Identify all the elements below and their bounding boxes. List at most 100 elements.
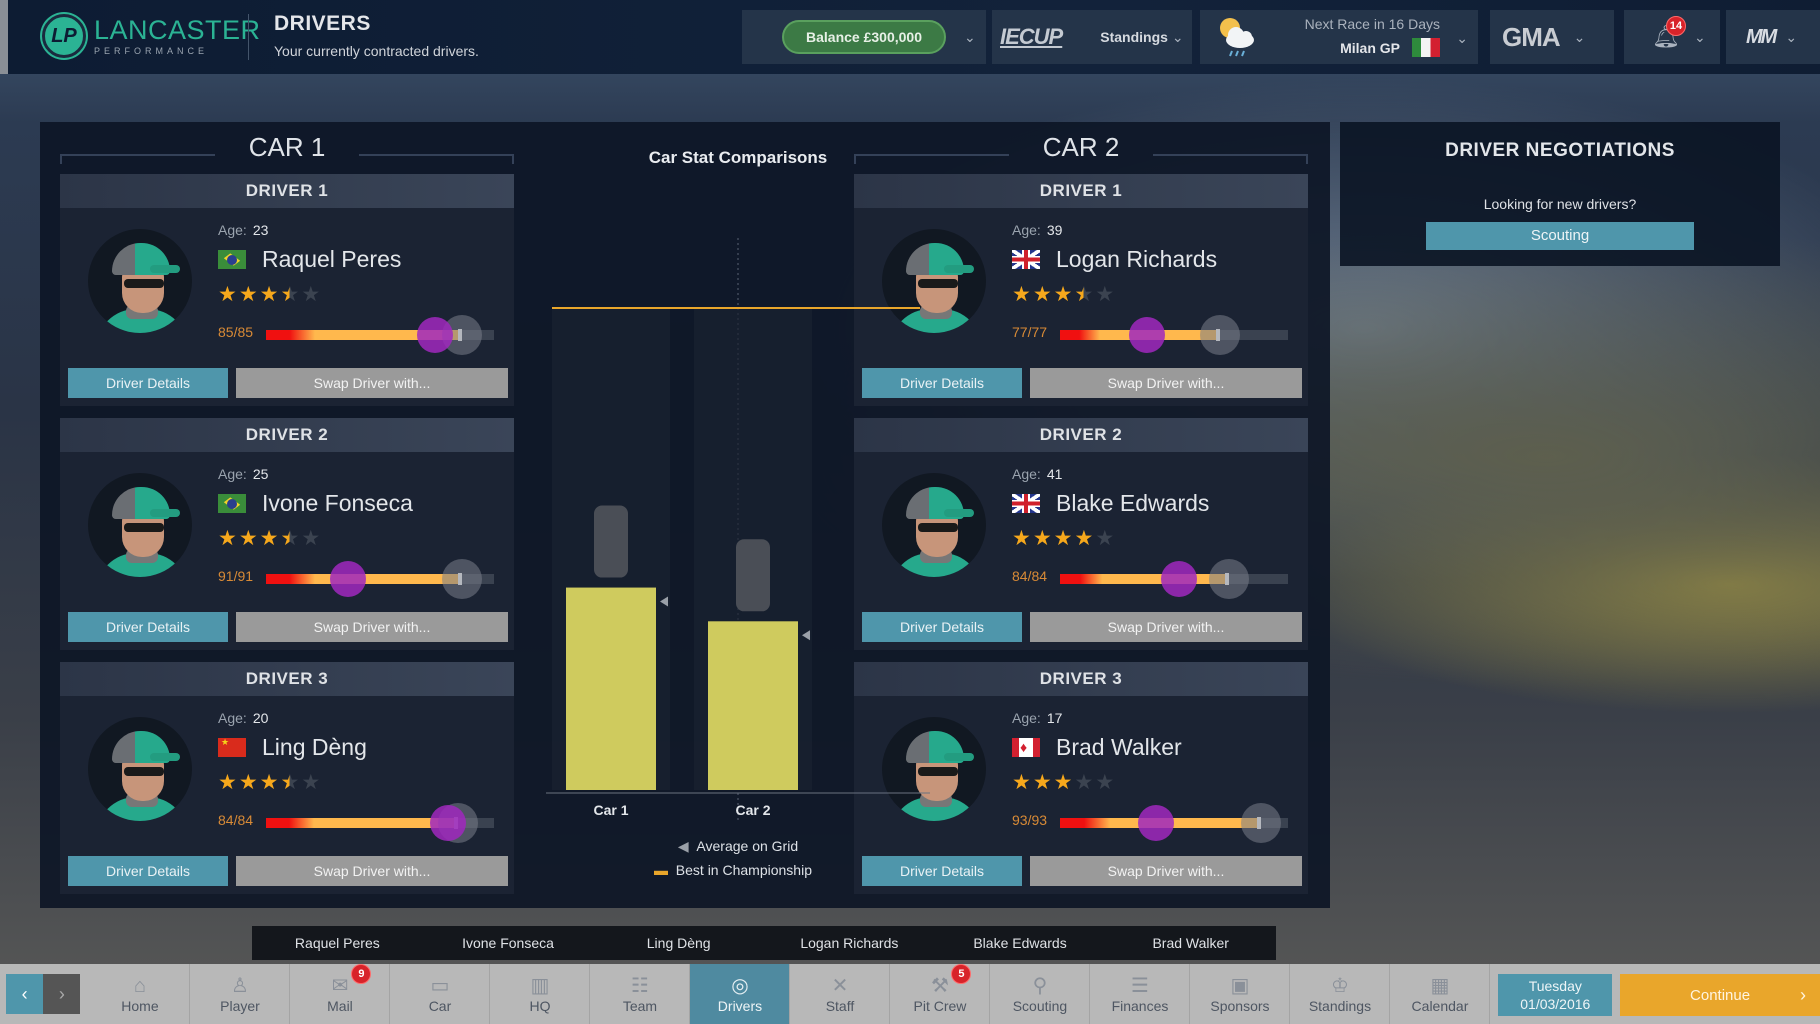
driver-strip-item[interactable]: Ivone Fonseca — [423, 926, 594, 960]
nav-item-drivers[interactable]: ◎ Drivers — [690, 964, 791, 1024]
swap-driver-button[interactable]: Swap Driver with... — [1030, 368, 1302, 398]
balance-dropdown[interactable]: Balance £300,000 ⌄ — [742, 10, 986, 64]
nav-item-calendar[interactable]: ▦ Calendar — [1390, 964, 1491, 1024]
star-icon: ★ — [1095, 283, 1115, 306]
divider — [248, 14, 249, 60]
pit-crew-icon: ⚒ — [931, 975, 949, 997]
continue-button[interactable]: Continue › — [1620, 974, 1820, 1016]
nav-item-pit-crew[interactable]: ⚒ Pit Crew 5 — [890, 964, 991, 1024]
swap-driver-button[interactable]: Swap Driver with... — [236, 612, 508, 642]
driver-card: DRIVER 3 Age:20 Ling Dèng ★★★★★ 84/84 Dr… — [60, 662, 514, 894]
fitness-value: 91/91 — [218, 568, 254, 584]
calendar-icon: ▦ — [1430, 975, 1450, 997]
legend-label: Average on Grid — [696, 838, 799, 854]
italy-flag-icon — [1412, 38, 1440, 57]
car-icon — [736, 539, 770, 612]
fitness-fill — [1060, 574, 1229, 584]
nav-item-home[interactable]: ⌂ Home — [90, 964, 191, 1024]
drivers-panel: CAR 1 DRIVER 1 Age: 23 Raquel Peres ★ ★ ★ ★ ★… — [40, 122, 1330, 908]
star-rating: ★ ★ ★ ★ ★ — [218, 284, 320, 305]
age-value: 25 — [252, 466, 269, 482]
nav-item-staff[interactable]: ✕ Staff — [790, 964, 891, 1024]
age-label: Age: — [218, 222, 247, 238]
star-icon: ★ — [1012, 283, 1031, 306]
potential-marker — [442, 559, 483, 599]
divider — [359, 154, 514, 164]
nav-item-scouting[interactable]: ⚲ Scouting — [990, 964, 1091, 1024]
age-label: Age: — [218, 710, 247, 726]
player-icon: ♙ — [231, 975, 249, 997]
swap-driver-button[interactable]: Swap Driver with... — [1030, 856, 1302, 886]
driver-age: Age: 17 — [1012, 710, 1062, 726]
triangle-left-icon: ◀ — [677, 838, 689, 854]
chevron-down-icon: ⌄ — [1785, 28, 1798, 45]
nav-forward-button[interactable]: › — [43, 974, 81, 1014]
star-icon: ★ — [1032, 771, 1052, 794]
age-value: 41 — [1046, 466, 1063, 482]
notifications-button[interactable]: 🔔︎ 14 ⌄ — [1624, 10, 1720, 64]
star-rating: ★ ★ ★ ★ ★ — [218, 772, 320, 793]
driver-age: Age: 39 — [1012, 222, 1062, 238]
next-race-dropdown[interactable]: Next Race in 16 Days Milan GP ⌄ — [1200, 10, 1478, 64]
driver-strip-item[interactable]: Blake Edwards — [935, 926, 1106, 960]
gma-dropdown[interactable]: GMA ⌄ — [1490, 10, 1614, 64]
nav-badge: 9 — [351, 964, 372, 984]
nav-item-standings[interactable]: ♔ Standings — [1290, 964, 1391, 1024]
driver-strip-item[interactable]: Brad Walker — [1105, 926, 1276, 960]
scouting-button[interactable]: Scouting — [1426, 222, 1694, 250]
nav-item-sponsors[interactable]: ▣ Sponsors — [1190, 964, 1291, 1024]
driver-details-button[interactable]: Driver Details — [68, 368, 228, 398]
star-icon: ★ — [238, 283, 258, 306]
next-race-name: Milan GP — [1340, 39, 1400, 56]
driver-details-button[interactable]: Driver Details — [68, 856, 228, 886]
fitness-value: 84/84 — [1012, 568, 1048, 584]
nav-item-hq[interactable]: ▥ HQ — [490, 964, 591, 1024]
nav-label: Mail — [327, 998, 353, 1014]
brand-sub: PERFORMANCE — [94, 45, 209, 56]
star-icon: ★ — [1074, 527, 1094, 550]
driver-strip-item[interactable]: Raquel Peres — [252, 926, 423, 960]
star-icon: ★ — [1074, 771, 1094, 794]
nav-item-finances[interactable]: ☰ Finances — [1090, 964, 1191, 1024]
swap-driver-button[interactable]: Swap Driver with... — [236, 856, 508, 886]
nav-label: HQ — [529, 998, 551, 1014]
star-icon: ★ — [1032, 527, 1052, 550]
age-value: 39 — [1046, 222, 1063, 238]
star-icon: ★ — [218, 771, 237, 794]
bottom-nav: ‹ › ⌂ Home ♙ Player ✉ Mail 9 ▭ Car ▥ HQ ☷ Team ◎ Drive… — [0, 964, 1820, 1024]
car-stat-chart: Car Stat Comparisons Car 1 Car 2 ◀ Averag… — [538, 132, 938, 892]
canada-flag-icon — [1012, 738, 1040, 757]
driver-negotiations-panel: DRIVER NEGOTIATIONS Looking for new driv… — [1340, 122, 1780, 266]
nav-item-team[interactable]: ☷ Team — [590, 964, 691, 1024]
nav-label: Player — [220, 998, 260, 1014]
nav-item-mail[interactable]: ✉ Mail 9 — [290, 964, 391, 1024]
driver-avatar — [88, 717, 192, 821]
driver-strip-item[interactable]: Ling Dèng — [593, 926, 764, 960]
next-race-countdown: Next Race in 16 Days — [1304, 16, 1440, 32]
continue-label: Continue — [1690, 986, 1751, 1004]
chart-svg: Car 1 Car 2 — [546, 238, 930, 822]
mail-icon: ✉ — [331, 975, 349, 997]
nav-label: Standings — [1308, 998, 1372, 1014]
star-icon: ★ — [1053, 771, 1073, 794]
nav-back-button[interactable]: ‹ — [6, 974, 44, 1014]
standings-dropdown[interactable]: IECUP Standings ⌄ — [992, 10, 1192, 64]
chevron-down-icon: ⌄ — [1573, 28, 1586, 45]
nav-item-car[interactable]: ▭ Car — [390, 964, 491, 1024]
driver-details-button[interactable]: Driver Details — [68, 612, 228, 642]
driver-quick-strip: Raquel Peres Ivone Fonseca Ling Dèng Logan … — [252, 926, 1276, 960]
swap-driver-button[interactable]: Swap Driver with... — [1030, 612, 1302, 642]
fitness-bar — [1060, 329, 1288, 341]
fitness-value: 85/85 — [218, 324, 254, 340]
car-icon: ▭ — [430, 975, 450, 997]
driver-avatar — [88, 473, 192, 577]
driver-strip-item[interactable]: Logan Richards — [764, 926, 935, 960]
nav-item-player[interactable]: ♙ Player — [190, 964, 291, 1024]
menu-dropdown[interactable]: MM ⌄ — [1726, 10, 1820, 64]
swap-driver-button[interactable]: Swap Driver with... — [236, 368, 508, 398]
driver-slot-title: DRIVER 3 — [60, 662, 514, 696]
bar-car-1 — [566, 587, 656, 790]
star-icon: ★ — [1095, 771, 1115, 794]
star-rating: ★ ★ ★ ★ ★ — [1012, 772, 1114, 793]
driver-card: DRIVER 2 Age: 25 Ivone Fonseca ★ ★ ★ ★ ★ 91/9… — [60, 418, 514, 650]
